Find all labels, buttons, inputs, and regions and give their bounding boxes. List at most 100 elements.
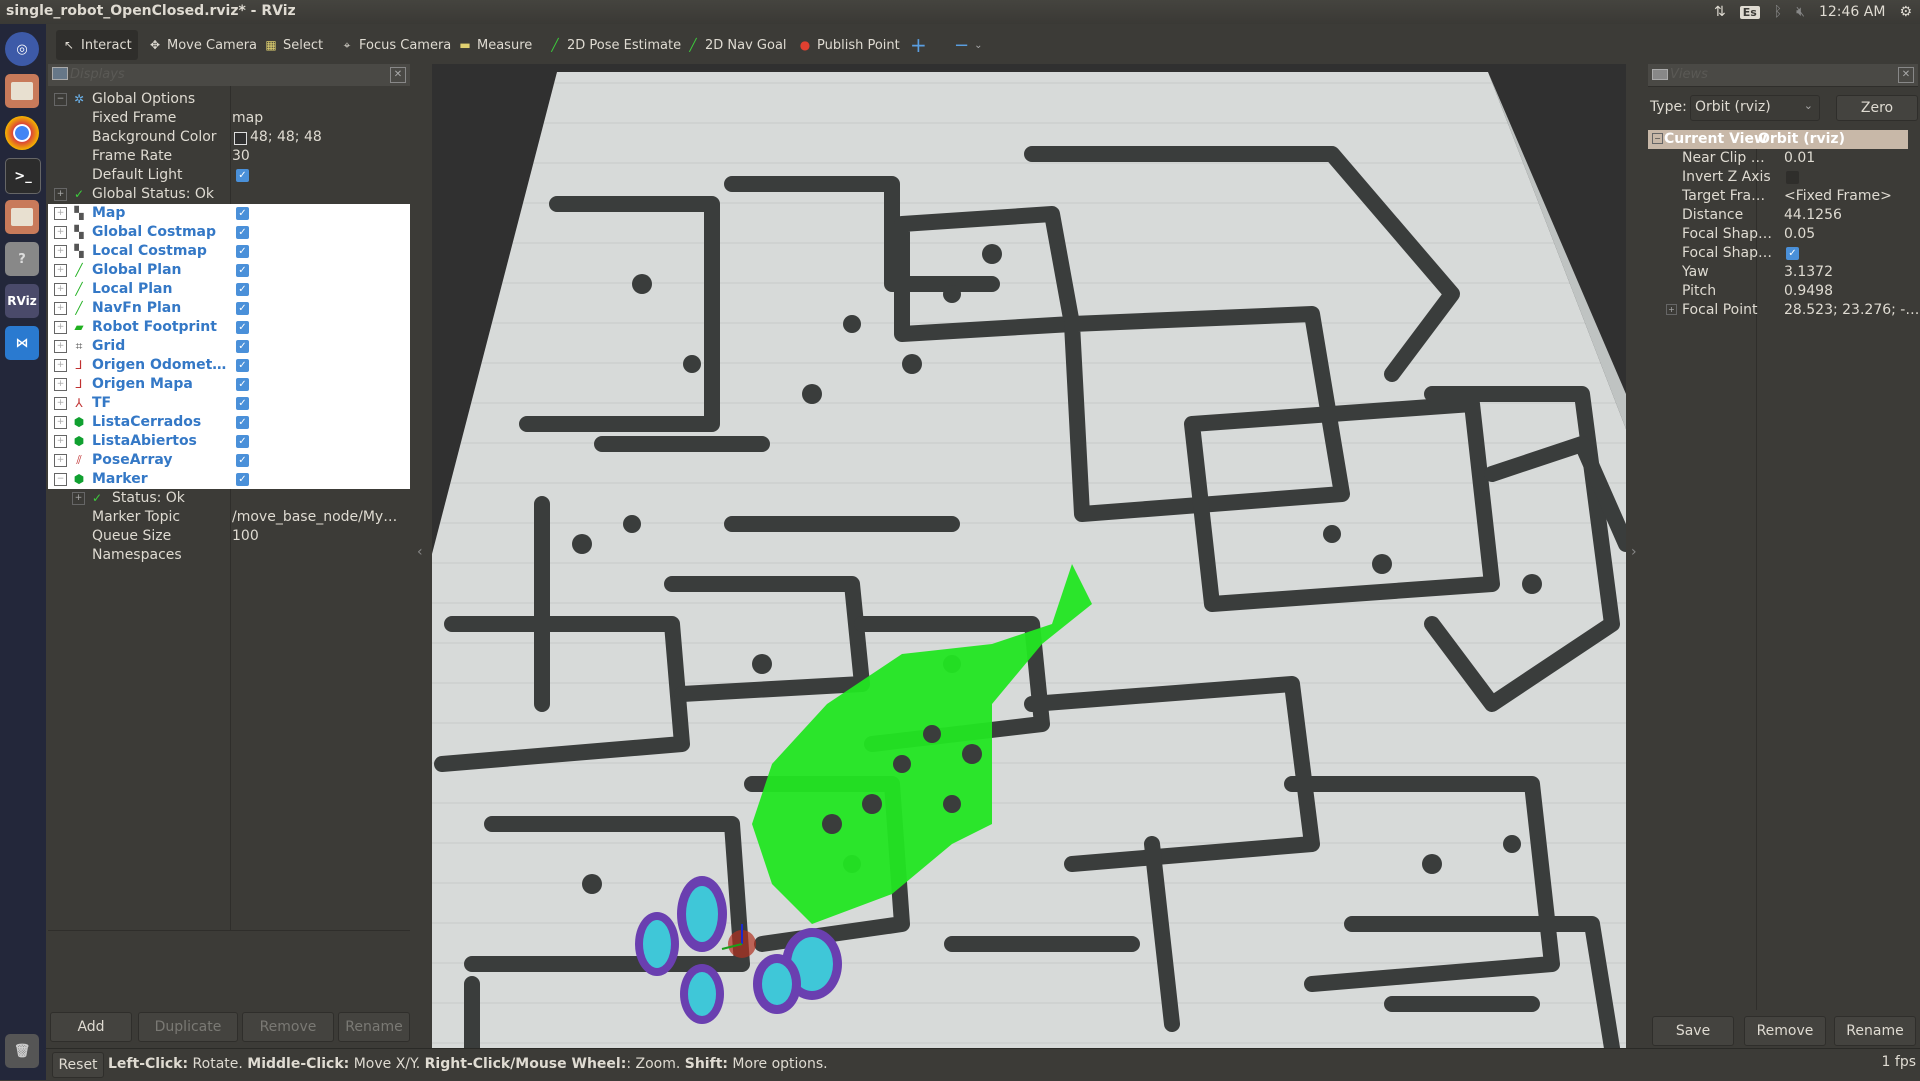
expand-icon[interactable]: + bbox=[54, 359, 67, 372]
display-checkbox[interactable]: ✓ bbox=[236, 397, 249, 410]
display-item-grid[interactable]: + ⌗ Grid ✓ bbox=[48, 337, 410, 356]
display-item-local-plan[interactable]: + ╱ Local Plan ✓ bbox=[48, 280, 410, 299]
expand-icon[interactable]: + bbox=[54, 454, 67, 467]
vscode-icon[interactable]: ⋈ bbox=[5, 326, 39, 360]
expand-icon[interactable]: + bbox=[54, 245, 67, 258]
tool-publish-point[interactable]: ● Publish Point bbox=[792, 34, 906, 56]
expand-icon[interactable]: + bbox=[54, 378, 67, 391]
display-item-lista-abiertos[interactable]: + ⬢ ListaAbiertos ✓ bbox=[48, 432, 410, 451]
view-prop-distance[interactable]: Distance 44.1256 bbox=[1658, 206, 1920, 225]
tool-2d-pose-estimate[interactable]: ╱ 2D Pose Estimate bbox=[542, 34, 687, 56]
network-icon[interactable]: ⇅ bbox=[1714, 4, 1726, 20]
tool-2d-nav-goal[interactable]: ╱ 2D Nav Goal bbox=[680, 34, 793, 56]
current-view-row[interactable]: − Current View Orbit (rviz) bbox=[1648, 130, 1908, 149]
display-checkbox[interactable]: ✓ bbox=[236, 416, 249, 429]
tree-row-frame-rate[interactable]: Frame Rate 30 bbox=[48, 147, 410, 166]
expand-icon[interactable]: + bbox=[54, 188, 67, 201]
display-item-origen-odometria[interactable]: + ⅃ Origen Odomet… ✓ bbox=[48, 356, 410, 375]
remove-display-button[interactable]: Remove bbox=[242, 1012, 334, 1042]
display-checkbox[interactable]: ✓ bbox=[236, 207, 249, 220]
gear-icon[interactable]: ⚙ bbox=[1899, 4, 1912, 20]
collapse-icon[interactable]: − bbox=[1652, 133, 1663, 144]
add-display-button[interactable]: Add bbox=[50, 1012, 132, 1042]
expand-icon[interactable]: + bbox=[54, 283, 67, 296]
help-icon[interactable]: ? bbox=[5, 242, 39, 276]
display-checkbox[interactable]: ✓ bbox=[236, 340, 249, 353]
right-splitter[interactable]: › bbox=[1626, 64, 1646, 1048]
close-icon[interactable]: ✕ bbox=[1898, 67, 1914, 83]
duplicate-display-button[interactable]: Duplicate bbox=[138, 1012, 238, 1042]
tree-row-marker-status[interactable]: + ✓ Status: Ok bbox=[48, 489, 410, 508]
view-prop-focal-shape-size[interactable]: Focal Shap… 0.05 bbox=[1658, 225, 1920, 244]
view-prop-invert-z[interactable]: Invert Z Axis bbox=[1658, 168, 1920, 187]
display-item-navfn-plan[interactable]: + ╱ NavFn Plan ✓ bbox=[48, 299, 410, 318]
collapse-icon[interactable]: − bbox=[54, 473, 67, 486]
tree-row-background-color[interactable]: Background Color 48; 48; 48 bbox=[48, 128, 410, 147]
view-type-dropdown[interactable]: Orbit (rviz) ⌄ bbox=[1690, 95, 1820, 121]
tree-row-global-options[interactable]: − ✲ Global Options bbox=[48, 90, 410, 109]
files-icon[interactable] bbox=[5, 200, 39, 234]
display-item-global-costmap[interactable]: + ▚ Global Costmap ✓ bbox=[48, 223, 410, 242]
display-checkbox[interactable]: ✓ bbox=[236, 302, 249, 315]
expand-icon[interactable]: + bbox=[54, 264, 67, 277]
remove-tool-button[interactable]: − ⌄ bbox=[948, 34, 988, 56]
expand-icon[interactable]: + bbox=[54, 226, 67, 239]
rename-view-button[interactable]: Rename bbox=[1834, 1016, 1916, 1046]
tree-row-marker-topic[interactable]: Marker Topic /move_base_node/My… bbox=[48, 508, 410, 527]
left-splitter[interactable]: ‹ bbox=[412, 64, 432, 1048]
tool-interact[interactable]: ↖ Interact bbox=[56, 30, 138, 60]
chrome-icon[interactable] bbox=[5, 116, 39, 150]
view-prop-yaw[interactable]: Yaw 3.1372 bbox=[1658, 263, 1920, 282]
display-checkbox[interactable]: ✓ bbox=[236, 378, 249, 391]
rename-display-button[interactable]: Rename bbox=[338, 1012, 410, 1042]
default-light-checkbox[interactable]: ✓ bbox=[236, 169, 249, 182]
display-checkbox[interactable]: ✓ bbox=[236, 264, 249, 277]
display-checkbox[interactable]: ✓ bbox=[236, 321, 249, 334]
view-prop-target-frame[interactable]: Target Fra… <Fixed Frame> bbox=[1658, 187, 1920, 206]
tool-focus-camera[interactable]: ⌖ Focus Camera bbox=[334, 34, 457, 56]
reset-button[interactable]: Reset bbox=[52, 1052, 104, 1078]
expand-icon[interactable]: + bbox=[54, 340, 67, 353]
focal-shape-checkbox[interactable]: ✓ bbox=[1786, 247, 1799, 260]
zero-button[interactable]: Zero bbox=[1836, 95, 1918, 121]
volume-muted-icon[interactable]: 🔇︎ bbox=[1796, 4, 1805, 20]
collapse-icon[interactable]: − bbox=[54, 93, 67, 106]
tree-row-global-status[interactable]: + ✓ Global Status: Ok bbox=[48, 185, 410, 204]
view-prop-focal-shape-fixed[interactable]: Focal Shap… ✓ bbox=[1658, 244, 1920, 263]
files-icon[interactable] bbox=[5, 74, 39, 108]
close-icon[interactable]: ✕ bbox=[390, 67, 406, 83]
display-item-robot-footprint[interactable]: + ▰ Robot Footprint ✓ bbox=[48, 318, 410, 337]
remove-view-button[interactable]: Remove bbox=[1744, 1016, 1826, 1046]
display-item-pose-array[interactable]: + ⫽ PoseArray ✓ bbox=[48, 451, 410, 470]
expand-icon[interactable]: + bbox=[54, 207, 67, 220]
tool-move-camera[interactable]: ✥ Move Camera bbox=[142, 34, 263, 56]
invert-z-checkbox[interactable] bbox=[1786, 171, 1799, 184]
display-item-map[interactable]: + ▚ Map ✓ bbox=[48, 204, 410, 223]
display-checkbox[interactable]: ✓ bbox=[236, 454, 249, 467]
display-item-marker[interactable]: − ⬢ Marker ✓ bbox=[48, 470, 410, 489]
view-prop-focal-point[interactable]: + Focal Point 28.523; 23.276; -… bbox=[1658, 301, 1920, 320]
render-viewport[interactable] bbox=[432, 64, 1626, 1048]
display-item-lista-cerrados[interactable]: + ⬢ ListaCerrados ✓ bbox=[48, 413, 410, 432]
display-checkbox[interactable]: ✓ bbox=[236, 435, 249, 448]
ubuntu-dash-icon[interactable]: ◎ bbox=[5, 32, 39, 66]
keyboard-layout-indicator[interactable]: Es bbox=[1739, 5, 1760, 19]
terminal-icon[interactable]: >_ bbox=[5, 158, 41, 194]
expand-icon[interactable]: + bbox=[54, 302, 67, 315]
display-item-local-costmap[interactable]: + ▚ Local Costmap ✓ bbox=[48, 242, 410, 261]
tree-row-fixed-frame[interactable]: Fixed Frame map bbox=[48, 109, 410, 128]
tree-row-default-light[interactable]: Default Light ✓ bbox=[48, 166, 410, 185]
display-checkbox[interactable]: ✓ bbox=[236, 226, 249, 239]
save-view-button[interactable]: Save bbox=[1652, 1016, 1734, 1046]
display-checkbox[interactable]: ✓ bbox=[236, 283, 249, 296]
view-prop-near-clip[interactable]: Near Clip … 0.01 bbox=[1658, 149, 1920, 168]
display-item-tf[interactable]: + ⅄ TF ✓ bbox=[48, 394, 410, 413]
expand-icon[interactable]: + bbox=[54, 321, 67, 334]
expand-icon[interactable]: + bbox=[54, 435, 67, 448]
rviz-icon[interactable]: RViz bbox=[5, 284, 39, 318]
expand-icon[interactable]: + bbox=[1666, 304, 1677, 315]
expand-icon[interactable]: + bbox=[54, 416, 67, 429]
add-tool-button[interactable]: + bbox=[904, 33, 933, 57]
display-item-origen-mapa[interactable]: + ⅃ Origen Mapa ✓ bbox=[48, 375, 410, 394]
view-prop-pitch[interactable]: Pitch 0.9498 bbox=[1658, 282, 1920, 301]
